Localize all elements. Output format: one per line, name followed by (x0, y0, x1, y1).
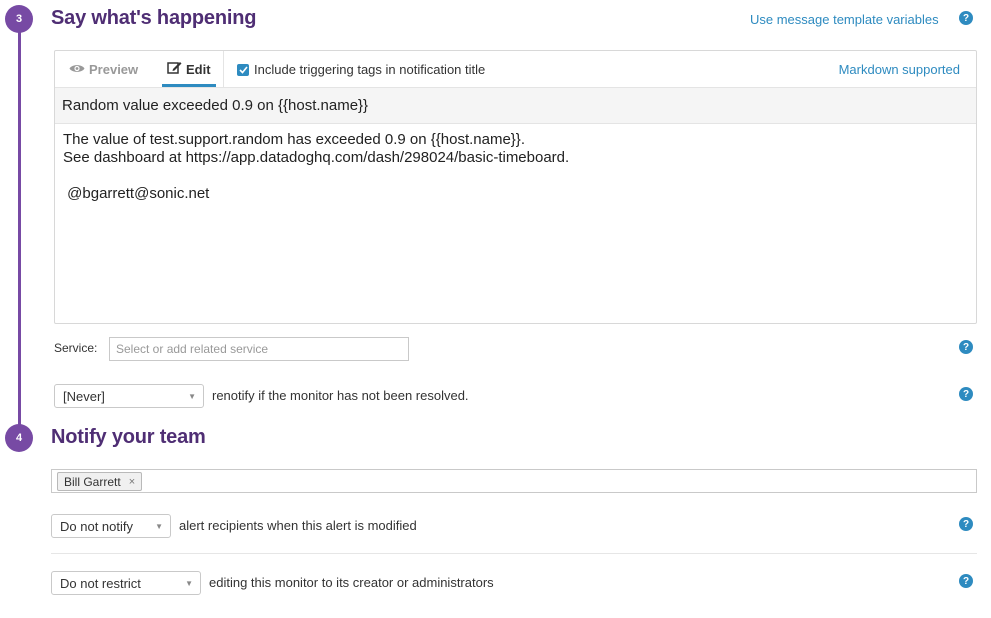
help-icon[interactable]: ? (959, 574, 973, 588)
help-icon[interactable]: ? (959, 11, 973, 25)
modified-notify-select-value: Do not notify (60, 518, 133, 534)
tab-edit[interactable]: Edit (163, 51, 224, 88)
service-label: Service: (54, 341, 98, 355)
step-timeline (18, 20, 21, 440)
editor-tab-bar: Preview Edit Include triggering tags in … (55, 51, 976, 88)
tab-preview-label: Preview (89, 62, 139, 77)
body-line (63, 167, 968, 185)
renotify-select-value: [Never] (63, 388, 105, 404)
include-tags-checkbox[interactable]: Include triggering tags in notification … (237, 51, 485, 88)
close-icon[interactable]: × (129, 476, 135, 488)
modified-notify-select[interactable]: Do not notify ▼ (51, 514, 171, 538)
help-icon[interactable]: ? (959, 517, 973, 531)
edit-icon (167, 61, 186, 78)
section-title-notify-your-team: Notify your team (51, 426, 206, 448)
renotify-text: renotify if the monitor has not been res… (212, 388, 469, 403)
tab-preview[interactable]: Preview (69, 51, 138, 88)
include-tags-label: Include triggering tags in notification … (254, 62, 486, 77)
help-icon[interactable]: ? (959, 340, 973, 354)
tab-edit-label: Edit (186, 62, 211, 77)
chevron-down-icon: ▼ (185, 579, 193, 588)
help-icon[interactable]: ? (959, 387, 973, 401)
eye-icon (69, 62, 89, 77)
restrict-editing-select-value: Do not restrict (60, 575, 141, 591)
divider (51, 553, 977, 554)
step-3-badge: 3 (5, 5, 33, 33)
restrict-editing-select[interactable]: Do not restrict ▼ (51, 571, 201, 595)
recipient-chip: Bill Garrett × (57, 472, 143, 491)
step-4-badge: 4 (5, 424, 33, 452)
chevron-down-icon: ▼ (188, 392, 196, 401)
active-tab-indicator (162, 84, 216, 87)
message-editor: Preview Edit Include triggering tags in … (54, 50, 977, 324)
modified-notify-text: alert recipients when this alert is modi… (179, 518, 417, 533)
renotify-select[interactable]: [Never] ▼ (54, 384, 204, 408)
restrict-editing-text: editing this monitor to its creator or a… (209, 575, 494, 590)
body-line: @bgarrett@sonic.net (63, 185, 210, 202)
notification-title-input[interactable]: Random value exceeded 0.9 on {{host.name… (55, 88, 976, 124)
section-title-say-whats-happening: Say what's happening (51, 7, 257, 29)
service-input[interactable]: Select or add related service (109, 337, 409, 361)
checkbox-checked-icon[interactable] (237, 63, 249, 76)
recipient-chip-label: Bill Garrett (64, 474, 121, 489)
recipients-input[interactable]: Bill Garrett × (51, 469, 977, 493)
body-line: The value of test.support.random has exc… (63, 131, 525, 148)
body-line: See dashboard at https://app.datadoghq.c… (63, 149, 570, 166)
template-variables-link[interactable]: Use message template variables (750, 12, 939, 27)
notification-body-textarea[interactable]: The value of test.support.random has exc… (63, 131, 968, 203)
chevron-down-icon: ▼ (155, 522, 163, 531)
markdown-supported-link[interactable]: Markdown supported (839, 51, 960, 88)
